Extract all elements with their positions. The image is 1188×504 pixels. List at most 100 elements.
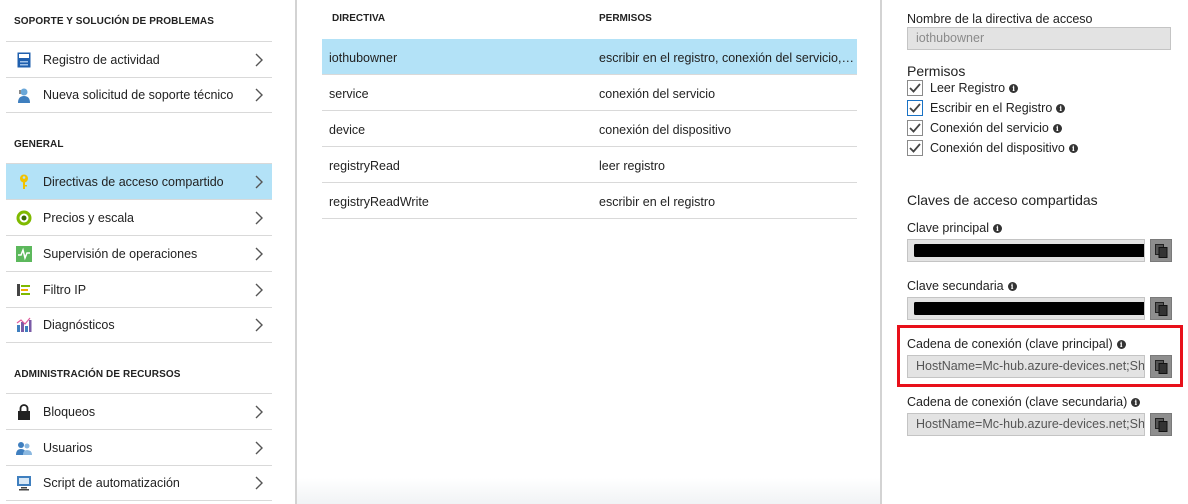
- nav-item-automation-script[interactable]: Script de automatización: [6, 465, 272, 501]
- nav-label: Nueva solicitud de soporte técnico: [43, 88, 234, 102]
- policy-name-cell: registryReadWrite: [329, 195, 429, 209]
- chevron-right-icon: [255, 53, 263, 66]
- permission-label: Leer Registro: [930, 81, 1006, 95]
- nav-item-activity-log[interactable]: Registro de actividad: [6, 41, 272, 77]
- chevron-right-icon: [255, 283, 263, 296]
- chevron-right-icon: [255, 318, 263, 332]
- secondary-key-label: Clave secundaria i: [907, 279, 1017, 293]
- policy-name-label: Nombre de la directiva de acceso: [907, 12, 1093, 26]
- secondary-connection-string-label: Cadena de conexión (clave secundaria) i: [907, 395, 1141, 409]
- table-row[interactable]: iothubowner escribir en el registro, con…: [322, 39, 857, 75]
- policy-name-cell: service: [329, 87, 369, 101]
- table-row[interactable]: service conexión del servicio: [322, 75, 857, 111]
- nav-label: Registro de actividad: [43, 52, 160, 67]
- table-row[interactable]: registryRead leer registro: [322, 147, 857, 183]
- secondary-key-field[interactable]: [907, 297, 1145, 320]
- chevron-right-icon: [255, 441, 263, 454]
- table-row[interactable]: device conexión del dispositivo: [322, 111, 857, 147]
- chevron-right-icon: [255, 405, 263, 418]
- chevron-right-icon: [255, 247, 263, 260]
- permission-label: Conexión del dispositivo: [930, 141, 1065, 155]
- lock-icon: [16, 403, 32, 420]
- check-icon: [909, 123, 921, 133]
- diagnostics-icon: [16, 317, 32, 333]
- copy-icon: [1155, 418, 1168, 432]
- checkbox-device-connect[interactable]: [907, 140, 923, 156]
- nav-label: Precios y escala: [43, 210, 135, 225]
- table-row[interactable]: registryReadWrite escribir en el registr…: [322, 183, 857, 219]
- redacted-value: [914, 244, 1144, 257]
- permissions-cell: conexión del servicio: [599, 87, 716, 101]
- ip-filter-icon: [16, 282, 32, 298]
- policy-name-cell: iothubowner: [329, 51, 398, 65]
- shared-keys-title: Claves de acceso compartidas: [907, 192, 1098, 208]
- copy-icon: [1155, 244, 1168, 258]
- copy-icon: [1155, 302, 1168, 316]
- copy-primary-key-button[interactable]: [1150, 239, 1172, 262]
- nav-item-shared-access-policies[interactable]: Directivas de acceso compartido: [6, 163, 272, 199]
- section-title-general: GENERAL: [14, 139, 64, 150]
- nav-label: Directivas de acceso compartido: [43, 174, 224, 189]
- nav-item-operations-monitoring[interactable]: Supervisión de operaciones: [6, 235, 272, 271]
- column-header-permissions: PERMISOS: [599, 13, 652, 24]
- nav-label: Script de automatización: [43, 476, 180, 490]
- permissions-cell: escribir en el registro, conexión del se…: [599, 51, 854, 65]
- info-icon[interactable]: i: [1056, 103, 1066, 113]
- permission-label: Conexión del servicio: [930, 121, 1049, 135]
- info-icon[interactable]: i: [1009, 83, 1019, 93]
- permission-write-registry: Escribir en el Registro i: [907, 100, 1066, 116]
- pane-divider: [295, 0, 297, 504]
- nav-item-ip-filter[interactable]: Filtro IP: [6, 271, 272, 307]
- chevron-right-icon: [255, 476, 263, 490]
- redacted-value: [914, 302, 1144, 315]
- primary-key-field[interactable]: [907, 239, 1145, 262]
- chevron-right-icon: [255, 175, 263, 188]
- nav-item-users[interactable]: Usuarios: [6, 429, 272, 465]
- info-icon[interactable]: i: [992, 223, 1002, 233]
- secondary-connection-string-field[interactable]: HostName=Mc-hub.azure-devices.net;Sha: [907, 413, 1145, 436]
- permissions-cell: conexión del dispositivo: [599, 123, 732, 137]
- monitoring-icon: [16, 245, 32, 262]
- activity-log-icon: [16, 52, 32, 68]
- checkbox-write-registry[interactable]: [907, 100, 923, 116]
- nav-item-diagnostics[interactable]: Diagnósticos: [6, 307, 272, 343]
- users-icon: [16, 440, 32, 456]
- check-icon: [909, 83, 921, 93]
- copy-secondary-key-button[interactable]: [1150, 297, 1172, 320]
- annotation-highlight-box: [897, 325, 1183, 387]
- info-icon[interactable]: i: [1052, 123, 1062, 133]
- check-icon: [909, 143, 921, 153]
- permission-service-connect: Conexión del servicio i: [907, 120, 1062, 136]
- pricing-icon: [16, 210, 32, 226]
- info-icon[interactable]: i: [1007, 281, 1017, 291]
- nav-label: Bloqueos: [43, 404, 96, 419]
- chevron-right-icon: [255, 211, 263, 224]
- permission-device-connect: Conexión del dispositivo i: [907, 140, 1078, 156]
- policy-details-panel: Nombre de la directiva de acceso iothubo…: [882, 0, 1188, 504]
- info-icon[interactable]: i: [1131, 397, 1141, 407]
- nav-item-pricing-scale[interactable]: Precios y escala: [6, 199, 272, 235]
- pane-footer-shade: [297, 478, 880, 504]
- info-icon[interactable]: i: [1068, 143, 1078, 153]
- nav-label: Supervisión de operaciones: [43, 246, 198, 261]
- nav-label: Filtro IP: [43, 282, 87, 297]
- checkbox-service-connect[interactable]: [907, 120, 923, 136]
- column-header-policy: DIRECTIVA: [332, 13, 386, 24]
- automation-script-icon: [16, 475, 32, 491]
- check-icon: [909, 103, 921, 113]
- policy-name-field[interactable]: iothubowner: [907, 27, 1171, 50]
- support-request-icon: [16, 87, 32, 103]
- policy-name-cell: device: [329, 123, 366, 137]
- nav-item-locks[interactable]: Bloqueos: [6, 393, 272, 429]
- copy-secondary-connection-string-button[interactable]: [1150, 413, 1172, 436]
- nav-label: Usuarios: [43, 440, 93, 455]
- permission-label: Escribir en el Registro: [930, 101, 1053, 115]
- nav-item-new-support-request[interactable]: Nueva solicitud de soporte técnico: [6, 77, 272, 113]
- policy-name-cell: registryRead: [329, 159, 400, 173]
- primary-key-label: Clave principal i: [907, 221, 1002, 235]
- section-title-support: SOPORTE Y SOLUCIÓN DE PROBLEMAS: [14, 16, 214, 27]
- nav-label: Diagnósticos: [43, 318, 115, 332]
- chevron-right-icon: [255, 88, 263, 102]
- checkbox-read-registry[interactable]: [907, 80, 923, 96]
- section-title-resource-management: ADMINISTRACIÓN DE RECURSOS: [14, 369, 181, 380]
